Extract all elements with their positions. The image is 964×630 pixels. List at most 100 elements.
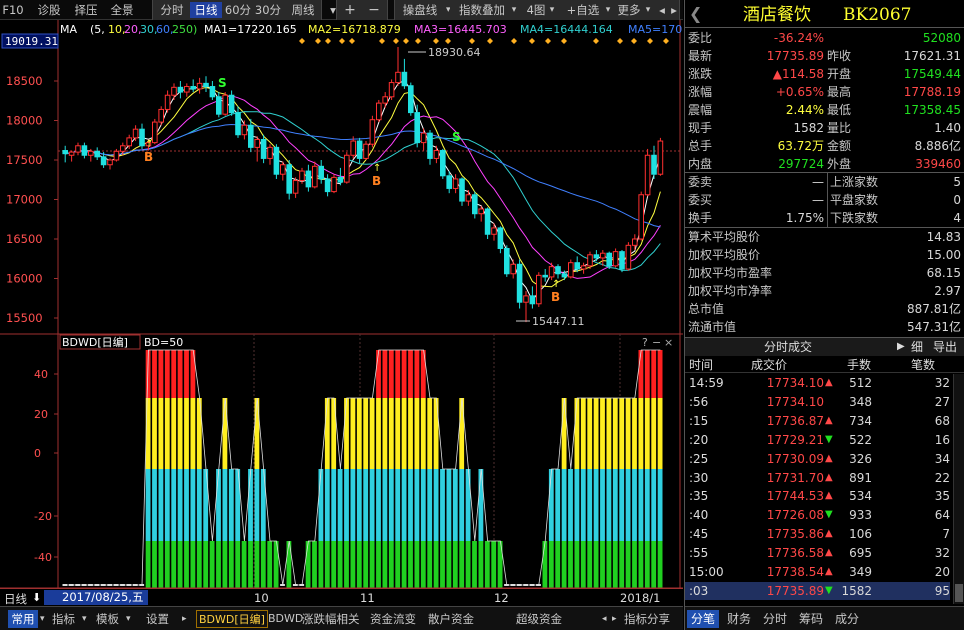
fenshi-tab[interactable]: 分时 [156,2,188,18]
caiwu-tab[interactable]: 财务 [727,610,751,628]
tick-row[interactable]: :40 17726.08 ▼ 933 64 [685,506,950,524]
quote-label: 最低 [827,103,852,117]
zhangdiefu-tab[interactable]: 涨跌幅相关 [302,610,360,628]
indicator-bar [446,469,452,588]
fenshi-tab[interactable]: 分时 [763,610,787,628]
breadth-value: 0 [953,193,961,207]
candle [638,191,645,241]
tick-count: 32 [934,546,950,561]
indicator-bar [587,398,593,588]
back-arrow-icon[interactable]: ❮ [689,0,702,28]
stock-header: ❮ 酒店餐饮 BK2067 [685,0,964,28]
f10-button[interactable]: F10 [2,2,24,18]
tick-volume: 734 [849,413,872,428]
indicator-bar [561,398,567,588]
tick-row[interactable]: 15:00 17738.54 ▲ 349 20 [685,563,950,581]
indicator-bar [619,398,625,588]
zoom-in-button[interactable]: + [340,2,360,18]
detail-button[interactable]: 细 [911,338,923,356]
zoom-out-button[interactable]: − [364,2,384,18]
ma5-value: MA5=170 [628,23,682,36]
chouma-tab[interactable]: 筹码 [799,610,823,628]
ticks-scrollbar[interactable] [953,374,964,604]
quote-label: 总手 [688,139,713,153]
quote-value: 1.40 [934,121,961,135]
ma-prefix: MA [60,23,77,36]
four-charts-button[interactable]: 4图 [522,2,550,18]
dropdown-icon[interactable]: ▾ [82,610,87,628]
zhenggu-button[interactable]: 诊股 [34,2,64,18]
indicator-bar [459,398,465,588]
quote-value: 17735.89 [766,49,824,63]
quote-value: -36.24% [773,31,824,45]
moban-tab[interactable]: 模板 [96,610,119,628]
tick-row[interactable]: :25 17730.09 ▲ 326 34 [685,450,950,468]
col-count: 笔数 [911,358,936,372]
bdwd-tab-active[interactable]: BDWD[日编] [196,610,268,628]
zhibiao-tab[interactable]: 指标 [52,610,75,628]
tick-row[interactable]: :35 17744.53 ▲ 534 35 [685,487,950,505]
rixian-tab[interactable]: 日线 [190,2,222,18]
collapse-right-icon[interactable]: ▸ [668,2,680,18]
stat-value: 2.97 [934,284,961,298]
indicator-bar [376,350,381,588]
sell-marker: S [218,76,227,90]
close-icon[interactable]: × [664,336,673,349]
changyong-tab[interactable]: 常用 [8,610,38,628]
indicator-bar [177,350,183,588]
play-icon[interactable]: ▶ [897,338,905,356]
zhishu-overlay-button[interactable]: 指数叠加 [454,2,510,18]
add-watchlist-button[interactable]: +自选 [560,2,606,18]
more-button[interactable]: 更多 [614,2,644,18]
indicator-bar [190,350,196,588]
quote-label: 涨幅 [688,85,713,99]
zhibiao-share-tab[interactable]: 指标分享 [624,610,670,628]
dropdown-icon[interactable]: ▾ [40,610,45,628]
tick-direction-icon: ▼ [825,584,833,596]
breadth-label: 上涨家数 [827,173,878,191]
30min-tab[interactable]: 30分 [254,2,282,18]
tick-row[interactable]: :15 17736.87 ▲ 734 68 [685,412,950,430]
chengfen-tab[interactable]: 成分 [835,610,859,628]
tick-row[interactable]: :03 17735.89 ▼ 1582 95 [685,581,950,600]
scroll-right-icon[interactable]: ▸ [612,610,617,628]
price-tick: 17500 [6,153,43,167]
tick-row[interactable]: :45 17735.86 ▲ 106 7 [685,525,950,543]
zeya-button[interactable]: 择压 [71,2,101,18]
indicator-bar [369,398,375,588]
tick-row[interactable]: :56 17734.10 348 27 [685,393,950,411]
kline-chart[interactable]: 19019.31 18500 18000 17500 17000 16500 16000 1… [0,20,683,588]
stat-label: 加权平均股价 [688,248,761,262]
fenbi-tab[interactable]: 分笔 [687,610,719,628]
quanjing-button[interactable]: 全景 [107,2,137,18]
scroll-left-icon[interactable]: ◂ [602,610,607,628]
sanhu-tab[interactable]: 散户资金 [428,610,474,628]
zijinliu-tab[interactable]: 资金流变 [370,610,416,628]
chaoji-tab[interactable]: 超级资金 [516,610,562,628]
help-icon[interactable]: ? [642,336,648,349]
shezhi-tab[interactable]: 设置 [146,610,169,628]
export-button[interactable]: 导出 [933,338,957,356]
indicator-bar [408,350,413,588]
tick-row[interactable]: 14:59 17734.10 ▲ 512 32 [685,374,950,392]
tick-row[interactable]: :55 17736.58 ▲ 695 32 [685,544,950,562]
quote-value: 17549.44 [903,67,961,81]
tick-row[interactable]: :30 17731.70 ▲ 891 22 [685,469,950,487]
stat-row: 总市值 887.81亿 [685,300,964,318]
zhouxian-tab[interactable]: 周线 [286,2,320,18]
indicator-bar [580,398,586,588]
bdwd-tab[interactable]: BDWD [268,610,303,628]
dropdown-icon[interactable]: ▾ [126,610,131,628]
60min-tab[interactable]: 60分 [224,2,252,18]
caopanxian-button[interactable]: 操盘线 [396,2,444,18]
tick-price: 17729.21 [766,432,824,447]
candle [331,174,337,194]
collapse-left-icon[interactable]: ◂ [656,2,668,18]
play-icon[interactable]: ▸ [182,610,187,628]
indicator-bar [363,398,369,588]
current-price-value: 19019.31 [5,35,58,48]
quote-row: 现手 1582 量比 1.40 [685,119,964,137]
minimize-icon[interactable]: − [652,336,661,349]
tick-direction-icon: ▲ [825,471,833,483]
tick-row[interactable]: :20 17729.21 ▼ 522 16 [685,431,950,449]
